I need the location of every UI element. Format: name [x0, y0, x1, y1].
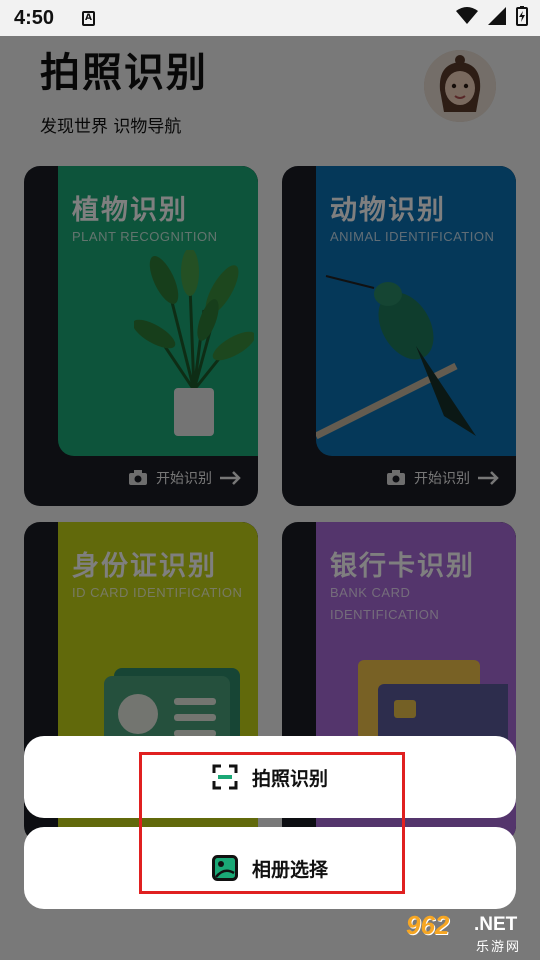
watermark-number: 962	[406, 910, 450, 940]
wifi-icon	[456, 7, 478, 24]
status-bar: 4:50 A	[0, 0, 540, 36]
clock: 4:50	[14, 6, 55, 29]
watermark-logo: 962 .NET 乐游网	[400, 910, 536, 956]
watermark-domain: .NET	[474, 914, 518, 935]
battery-icon	[516, 6, 528, 26]
highlight-box	[139, 752, 405, 894]
watermark-cn: 乐游网	[476, 940, 522, 955]
cell-signal-icon	[488, 7, 506, 25]
notification-a-icon: A	[82, 10, 96, 26]
